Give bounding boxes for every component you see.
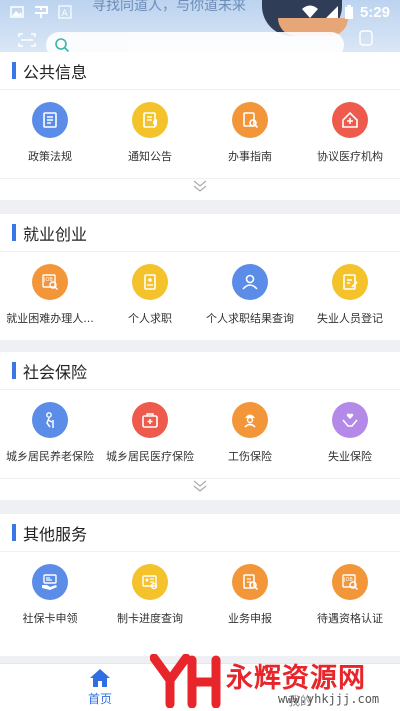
service-medical-institutions[interactable]: 协议医疗机构: [300, 102, 400, 178]
watermark: 永辉资源网 www.yhkjjj.com: [150, 652, 400, 710]
service-label: 通知公告: [128, 150, 172, 163]
section-accent-bar: [12, 362, 16, 379]
status-time: 5:29: [359, 3, 390, 21]
hospital-house-icon: [332, 102, 368, 138]
message-icon[interactable]: [358, 30, 374, 48]
job-search-icon: JOB: [32, 264, 68, 300]
service-label: 城乡居民医疗保险: [106, 450, 194, 463]
service-label: 就业困难办理人...: [6, 312, 94, 325]
service-qualification-certification[interactable]: JOB 待遇资格认证: [300, 564, 400, 640]
watermark-url: www.yhkjjj.com: [278, 692, 380, 706]
wifi-icon: [301, 5, 318, 18]
signal-icon: [325, 6, 338, 18]
service-employment-difficulty[interactable]: JOB 就业困难办理人...: [0, 264, 100, 340]
service-label: 制卡进度查询: [117, 612, 183, 625]
section-title: 就业创业: [23, 224, 88, 244]
home-icon: [90, 669, 110, 687]
section-employment: 就业创业 JOB 就业困难办理人... 个人求职 个人求职结果查询 失业人员登记: [0, 214, 400, 340]
service-label: 失业人员登记: [317, 312, 383, 325]
status-bar: A 5:29: [0, 0, 400, 24]
service-policy-regulations[interactable]: 政策法规: [0, 102, 100, 178]
document-list-icon: [32, 102, 68, 138]
section-header: 其他服务: [0, 514, 400, 552]
person-query-icon: [232, 264, 268, 300]
watermark-text: 永辉资源网: [226, 663, 366, 694]
section-title: 其他服务: [23, 524, 88, 544]
section-accent-bar: [12, 62, 16, 79]
service-label: 业务申报: [228, 612, 272, 625]
service-injury-insurance[interactable]: 工伤保险: [200, 402, 300, 478]
expand-more-button[interactable]: [0, 178, 400, 200]
watermark-logo-icon: [150, 654, 221, 708]
service-label: 失业保险: [328, 450, 372, 463]
nav-home[interactable]: 首页: [82, 668, 118, 707]
service-label: 待遇资格认证: [317, 612, 383, 625]
service-unemployed-registration[interactable]: 失业人员登记: [300, 264, 400, 340]
section-header: 社会保险: [0, 352, 400, 390]
section-accent-bar: [12, 524, 16, 541]
expand-more-button[interactable]: [0, 478, 400, 500]
gallery-icon: [10, 6, 24, 18]
service-business-declaration[interactable]: 业务申报: [200, 564, 300, 640]
svg-text:A: A: [62, 9, 69, 19]
section-accent-bar: [12, 224, 16, 241]
service-card-application[interactable]: 社保卡申领: [0, 564, 100, 640]
announcement-icon: [132, 102, 168, 138]
guide-search-icon: [232, 102, 268, 138]
service-label: 协议医疗机构: [317, 150, 383, 163]
chevron-down-icon: [193, 180, 207, 192]
section-public-info: 公共信息 政策法规 通知公告 办事指南 协议医疗机构: [0, 52, 400, 200]
section-header: 就业创业: [0, 214, 400, 252]
business-declare-icon: [232, 564, 268, 600]
nav-home-label: 首页: [87, 692, 112, 706]
scan-icon[interactable]: [18, 33, 36, 47]
elderly-icon: [32, 402, 68, 438]
section-header: 公共信息: [0, 52, 400, 90]
app-notification-icon: [35, 6, 48, 18]
service-card-progress-query[interactable]: 制卡进度查询: [100, 564, 200, 640]
worker-icon: [232, 402, 268, 438]
service-label: 办事指南: [228, 150, 272, 163]
service-job-result-query[interactable]: 个人求职结果查询: [200, 264, 300, 340]
section-other-services: 其他服务 社保卡申领 制卡进度查询 业务申报 JOB 待遇资格认证: [0, 514, 400, 656]
service-guide[interactable]: 办事指南: [200, 102, 300, 178]
service-label: 工伤保险: [228, 450, 272, 463]
service-job-seeking[interactable]: 个人求职: [100, 264, 200, 340]
search-icon: [55, 38, 70, 53]
service-label: 政策法规: [28, 150, 72, 163]
section-title: 公共信息: [23, 62, 88, 82]
section-title: 社会保险: [23, 362, 88, 382]
service-medical-insurance[interactable]: 城乡居民医疗保险: [100, 402, 200, 478]
qualification-icon: JOB: [332, 564, 368, 600]
resume-icon: [132, 264, 168, 300]
battery-icon: [344, 5, 353, 19]
service-label: 个人求职: [128, 312, 172, 325]
service-label: 城乡居民养老保险: [6, 450, 94, 463]
medical-kit-icon: [132, 402, 168, 438]
service-label: 社保卡申领: [22, 612, 78, 625]
service-label: 个人求职结果查询: [206, 312, 294, 325]
section-social-insurance: 社会保险 城乡居民养老保险 城乡居民医疗保险 工伤保险 失业保险: [0, 352, 400, 500]
service-pension-insurance[interactable]: 城乡居民养老保险: [0, 402, 100, 478]
card-progress-icon: [132, 564, 168, 600]
register-icon: [332, 264, 368, 300]
service-notice[interactable]: 通知公告: [100, 102, 200, 178]
heart-hands-icon: [332, 402, 368, 438]
chevron-down-icon: [193, 480, 207, 492]
card-hand-icon: [32, 564, 68, 600]
service-unemployment-insurance[interactable]: 失业保险: [300, 402, 400, 478]
font-a-icon: A: [58, 5, 72, 19]
